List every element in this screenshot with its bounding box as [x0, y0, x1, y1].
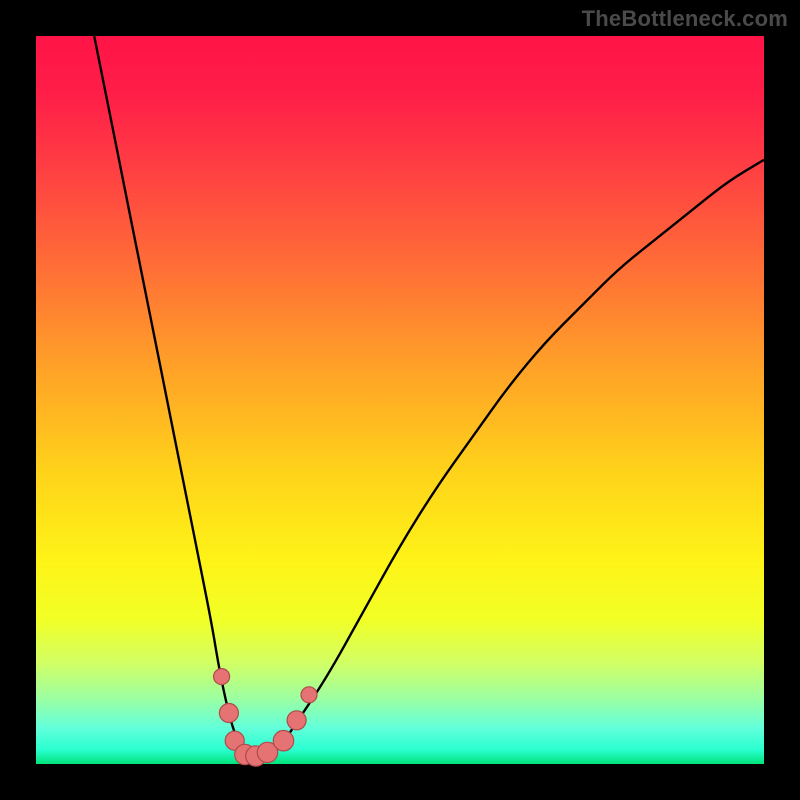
- plot-area: [36, 36, 764, 764]
- curve-marker: [273, 731, 293, 751]
- curve-markers: [214, 669, 317, 767]
- curve-marker: [219, 704, 238, 723]
- curve-marker: [301, 687, 317, 703]
- chart-frame: TheBottleneck.com: [0, 0, 800, 800]
- curve-marker: [287, 711, 306, 730]
- watermark-text: TheBottleneck.com: [582, 6, 788, 32]
- bottleneck-curve: [94, 36, 764, 757]
- bottleneck-curve-svg: [36, 36, 764, 764]
- curve-marker: [214, 669, 230, 685]
